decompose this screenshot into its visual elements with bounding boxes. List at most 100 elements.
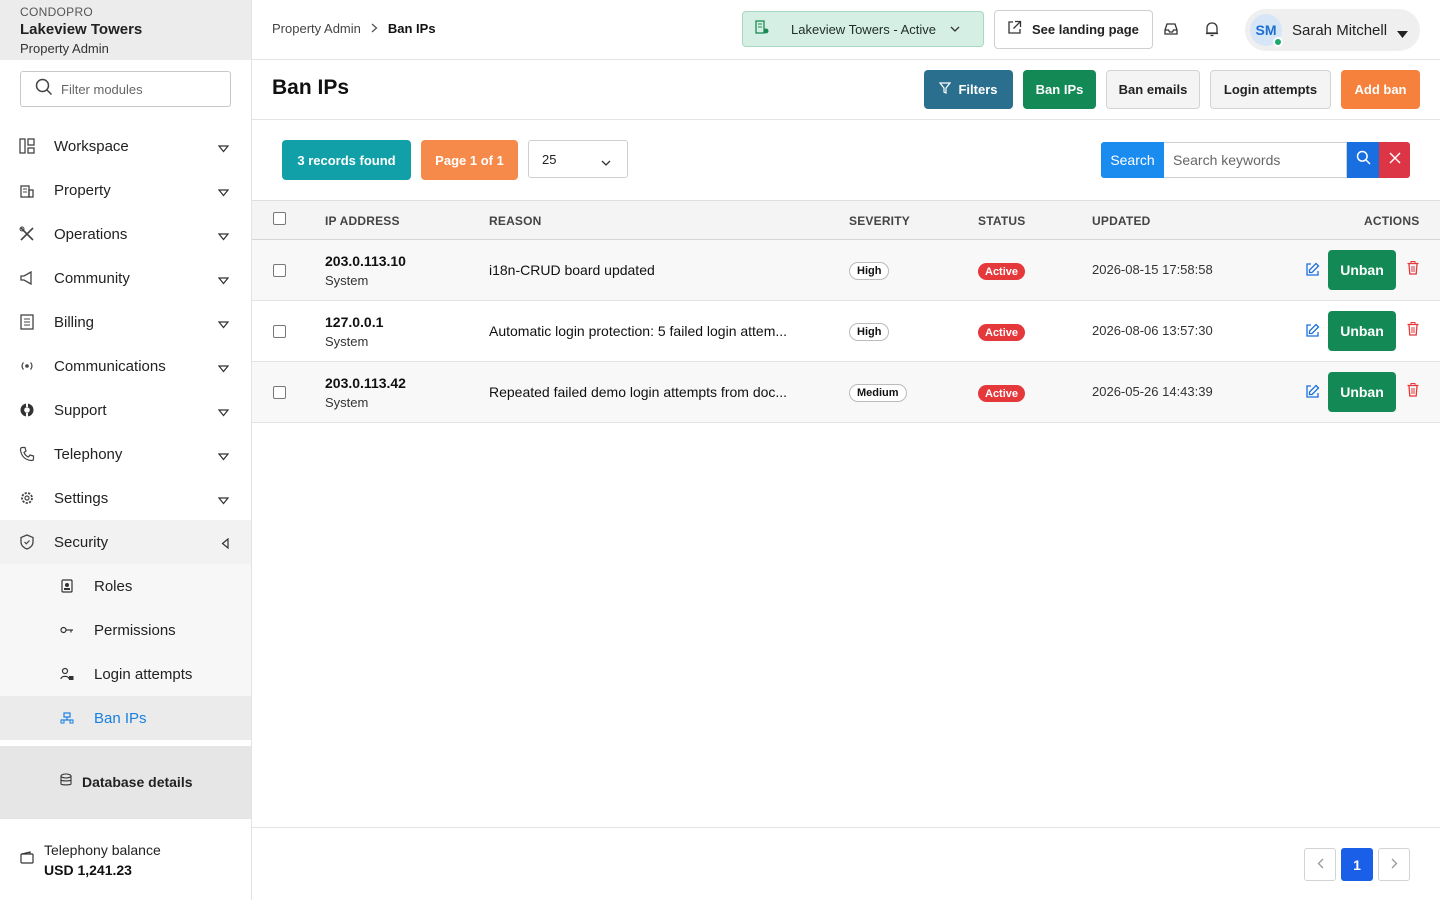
prev-page-button[interactable] <box>1304 848 1336 881</box>
receipt-icon <box>18 313 36 331</box>
page-number-button[interactable]: 1 <box>1341 848 1373 881</box>
sidebar-item-label: Roles <box>94 577 133 595</box>
filters-label: Filters <box>958 82 998 97</box>
ban-source: System <box>325 395 369 410</box>
chevron-down-icon <box>601 155 611 170</box>
sidebar-item-workspace[interactable]: Workspace <box>0 124 251 168</box>
ban-emails-button[interactable]: Ban emails <box>1106 70 1200 109</box>
see-landing-page-button[interactable]: See landing page <box>994 10 1153 49</box>
login-attempts-button[interactable]: Login attempts <box>1210 70 1331 109</box>
sidebar-item-telephony[interactable]: Telephony <box>0 432 251 476</box>
unban-button[interactable]: Unban <box>1328 250 1396 290</box>
sidebar-item-label: Permissions <box>94 621 176 639</box>
property-selector-label: Lakeview Towers - Active <box>791 21 936 37</box>
sidebar-item-security[interactable]: Security <box>0 520 251 564</box>
breadcrumb-parent[interactable]: Property Admin <box>272 21 361 36</box>
user-menu[interactable]: SM Sarah Mitchell <box>1245 9 1420 51</box>
table-header: IP ADDRESS REASON SEVERITY STATUS UPDATE… <box>252 200 1440 240</box>
sidebar-item-label: Operations <box>54 225 128 243</box>
per-page-select[interactable]: 25 <box>528 140 628 178</box>
unban-button[interactable]: Unban <box>1328 372 1396 412</box>
search-icon <box>35 78 53 101</box>
database-icon <box>60 772 72 792</box>
select-all-checkbox[interactable] <box>273 212 286 225</box>
building-icon <box>18 181 36 199</box>
trash-icon[interactable] <box>1407 261 1421 277</box>
edit-icon[interactable] <box>1305 262 1321 278</box>
search-label: Search <box>1101 142 1164 178</box>
ban-source: System <box>325 334 369 349</box>
sidebar-item-community[interactable]: Community <box>0 256 251 300</box>
sidebar-nav: Workspace Property Operations Community … <box>0 124 251 740</box>
page-title: Ban IPs <box>272 76 350 99</box>
chevron-down-icon <box>217 404 230 422</box>
add-ban-button[interactable]: Add ban <box>1341 70 1420 109</box>
chevron-right-icon <box>1391 856 1398 874</box>
trash-icon[interactable] <box>1407 322 1421 338</box>
close-icon <box>1388 151 1401 169</box>
inbox-icon[interactable] <box>1162 20 1180 38</box>
sidebar-item-permissions[interactable]: Permissions <box>0 608 251 652</box>
sidebar-item-label: Community <box>54 269 130 287</box>
severity-badge: Medium <box>849 384 907 402</box>
col-updated[interactable]: UPDATED <box>1092 214 1151 228</box>
col-ip-address[interactable]: IP ADDRESS <box>325 214 400 228</box>
ban-ips-button[interactable]: Ban IPs <box>1023 70 1096 109</box>
trash-icon[interactable] <box>1407 383 1421 399</box>
unban-button[interactable]: Unban <box>1328 311 1396 351</box>
gear-icon <box>18 489 36 507</box>
network-icon <box>60 711 74 725</box>
edit-icon[interactable] <box>1305 323 1321 339</box>
external-link-icon <box>1007 20 1022 40</box>
ip-address: 127.0.0.1 <box>325 314 384 330</box>
balance-label: Telephony balance <box>44 841 161 858</box>
col-reason[interactable]: REASON <box>489 214 542 228</box>
online-status-dot <box>1273 37 1283 47</box>
phone-icon <box>18 445 36 463</box>
sidebar-item-support[interactable]: Support <box>0 388 251 432</box>
org-name: CONDOPRO <box>20 5 94 19</box>
chevron-down-icon <box>217 140 230 158</box>
filter-modules-input[interactable]: Filter modules <box>20 71 231 107</box>
sidebar-item-login-attempts[interactable]: Login attempts <box>0 652 251 696</box>
sidebar-item-settings[interactable]: Settings <box>0 476 251 520</box>
filters-button[interactable]: Filters <box>924 70 1013 109</box>
ban-reason: Automatic login protection: 5 failed log… <box>489 323 788 339</box>
sidebar-item-communications[interactable]: Communications <box>0 344 251 388</box>
row-checkbox[interactable] <box>273 386 286 399</box>
updated-timestamp: 2026-05-26 14:43:39 <box>1092 384 1213 399</box>
sidebar-item-property[interactable]: Property <box>0 168 251 212</box>
security-submenu: Roles Permissions Login attempts Ban IPs <box>0 564 251 740</box>
sidebar-item-ban-ips[interactable]: Ban IPs <box>0 696 251 740</box>
sidebar-item-billing[interactable]: Billing <box>0 300 251 344</box>
chevron-right-icon <box>371 22 378 36</box>
row-checkbox[interactable] <box>273 264 286 277</box>
see-landing-page-label: See landing page <box>1032 22 1139 37</box>
status-badge: Active <box>978 324 1026 341</box>
row-checkbox[interactable] <box>273 325 286 338</box>
sidebar-item-label: Support <box>54 401 107 419</box>
bell-icon[interactable] <box>1203 20 1221 38</box>
filter-placeholder: Filter modules <box>61 81 143 97</box>
table-row: 203.0.113.42 System Repeated failed demo… <box>252 362 1440 423</box>
property-selector[interactable]: Lakeview Towers - Active <box>742 11 984 47</box>
property-name: Lakeview Towers <box>20 21 143 38</box>
search-input[interactable]: Search keywords <box>1164 142 1347 178</box>
shield-icon <box>18 533 36 551</box>
edit-icon[interactable] <box>1305 384 1321 400</box>
breadcrumb: Property Admin Ban IPs <box>272 21 436 36</box>
database-details-link[interactable]: Database details <box>0 746 251 818</box>
next-page-button[interactable] <box>1378 848 1410 881</box>
page-header: Ban IPs Filters Ban IPs Ban emails Login… <box>252 60 1440 120</box>
col-severity[interactable]: SEVERITY <box>849 214 910 228</box>
sidebar-item-operations[interactable]: Operations <box>0 212 251 256</box>
chevron-down-icon <box>950 20 960 38</box>
tools-icon <box>18 225 36 243</box>
clear-search-button[interactable] <box>1379 142 1410 178</box>
sidebar-item-roles[interactable]: Roles <box>0 564 251 608</box>
ban-reason: Repeated failed demo login attempts from… <box>489 384 788 400</box>
col-status[interactable]: STATUS <box>978 214 1025 228</box>
table-row: 203.0.113.10 System i18n-CRUD board upda… <box>252 240 1440 301</box>
search-button[interactable] <box>1347 142 1379 178</box>
search-placeholder: Search keywords <box>1173 152 1281 168</box>
